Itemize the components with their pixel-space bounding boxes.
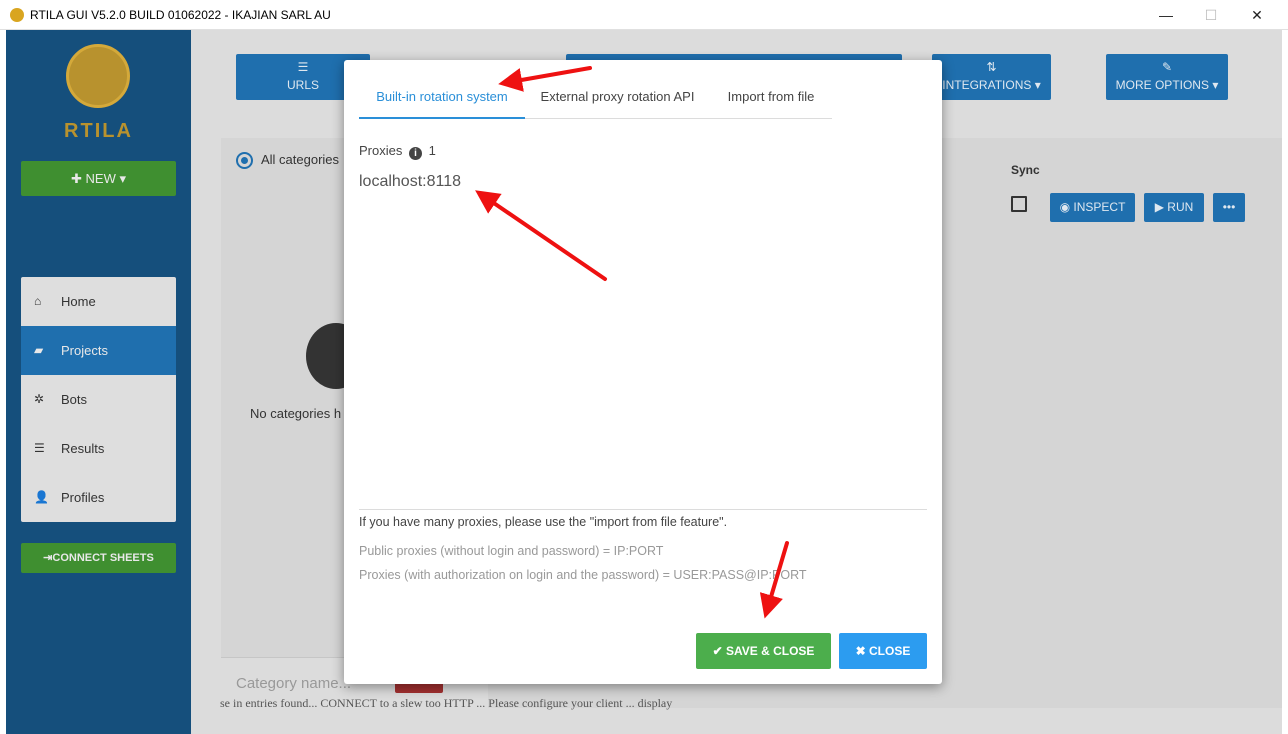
sidebar: RTILA ✚ NEW ▾ ⌂ Home ▰ Projects ✲ Bots ☰… (6, 30, 191, 734)
window-title: RTILA GUI V5.2.0 BUILD 01062022 - IKAJIA… (30, 8, 331, 22)
sidebar-item-bots[interactable]: ✲ Bots (21, 375, 176, 424)
logo-text: RTILA (64, 120, 133, 142)
bottom-status-text: se in entries found... CONNECT to a slew… (220, 696, 673, 710)
help-text-auth: Proxies (with authorization on login and… (359, 568, 807, 582)
sidebar-item-profiles[interactable]: 👤 Profiles (21, 473, 176, 522)
connect-sheets-button[interactable]: ⇥CONNECT SHEETS (21, 543, 176, 573)
window-titlebar: RTILA GUI V5.2.0 BUILD 01062022 - IKAJIA… (0, 0, 1288, 30)
tab-external-proxy-api[interactable]: External proxy rotation API (525, 82, 710, 119)
save-and-close-button[interactable]: ✔ SAVE & CLOSE (696, 633, 831, 669)
gear-icon: ✲ (34, 392, 45, 406)
proxies-count: 1 (428, 143, 436, 158)
proxies-label: Proxies (359, 143, 403, 158)
folder-open-icon: ▰ (34, 343, 44, 357)
app-logo-icon (10, 8, 24, 22)
close-window-button[interactable]: ✕ (1237, 4, 1277, 26)
divider (359, 509, 927, 510)
integrations-button[interactable]: ⇅ INTEGRATIONS ▾ (932, 54, 1051, 100)
inspect-button[interactable]: ◉ INSPECT (1050, 193, 1135, 222)
sidebar-item-results[interactable]: ☰ Results (21, 424, 176, 473)
sync-column-header: Sync (1011, 163, 1040, 177)
new-button[interactable]: ✚ NEW ▾ (21, 161, 176, 196)
sidebar-item-label: Bots (61, 392, 88, 407)
help-text-import: If you have many proxies, please use the… (359, 515, 728, 529)
sidebar-item-label: Results (61, 441, 105, 456)
proxy-settings-modal: Built-in rotation system External proxy … (344, 60, 942, 684)
sidebar-item-home[interactable]: ⌂ Home (21, 277, 176, 326)
user-icon: 👤 (34, 490, 49, 504)
help-text-public: Public proxies (without login and passwo… (359, 544, 664, 558)
minimize-button[interactable]: — (1146, 4, 1186, 26)
integrations-label: INTEGRATIONS ▾ (942, 78, 1041, 92)
tab-built-in-rotation[interactable]: Built-in rotation system (359, 82, 525, 119)
list-icon: ☰ (34, 441, 45, 455)
spider-logo-icon (66, 44, 130, 108)
sync-checkbox[interactable] (1011, 196, 1027, 212)
more-options-label: MORE OPTIONS ▾ (1115, 78, 1219, 92)
more-actions-button[interactable]: ••• (1213, 193, 1245, 222)
all-categories-label: All categories (261, 152, 340, 167)
sidebar-item-projects[interactable]: ▰ Projects (21, 326, 176, 375)
sort-icon: ⇅ (986, 60, 997, 74)
no-categories-text: No categories h (250, 406, 342, 421)
sidebar-item-label: Home (61, 294, 96, 309)
info-icon: i (408, 147, 422, 160)
proxies-textarea[interactable]: localhost:8118 (359, 173, 927, 503)
more-options-button[interactable]: ✎ MORE OPTIONS ▾ (1106, 54, 1228, 100)
proxies-label-row: Proxies i 1 (359, 143, 436, 160)
sidebar-item-label: Profiles (61, 490, 105, 505)
home-icon: ⌂ (34, 294, 42, 308)
category-name-placeholder: Category name... (236, 675, 352, 692)
sidebar-item-label: Projects (61, 343, 108, 358)
tab-import-from-file[interactable]: Import from file (710, 82, 832, 119)
sidebar-nav: ⌂ Home ▰ Projects ✲ Bots ☰ Results 👤 Pro… (21, 277, 176, 522)
close-button[interactable]: ✖ CLOSE (839, 633, 927, 669)
proxy-tabs: Built-in rotation system External proxy … (359, 82, 832, 119)
all-categories-radio[interactable] (236, 152, 253, 169)
run-button[interactable]: ▶ RUN (1144, 193, 1204, 222)
wrench-icon: ✎ (1161, 60, 1173, 74)
maximize-button[interactable]: ☐ (1191, 4, 1231, 26)
